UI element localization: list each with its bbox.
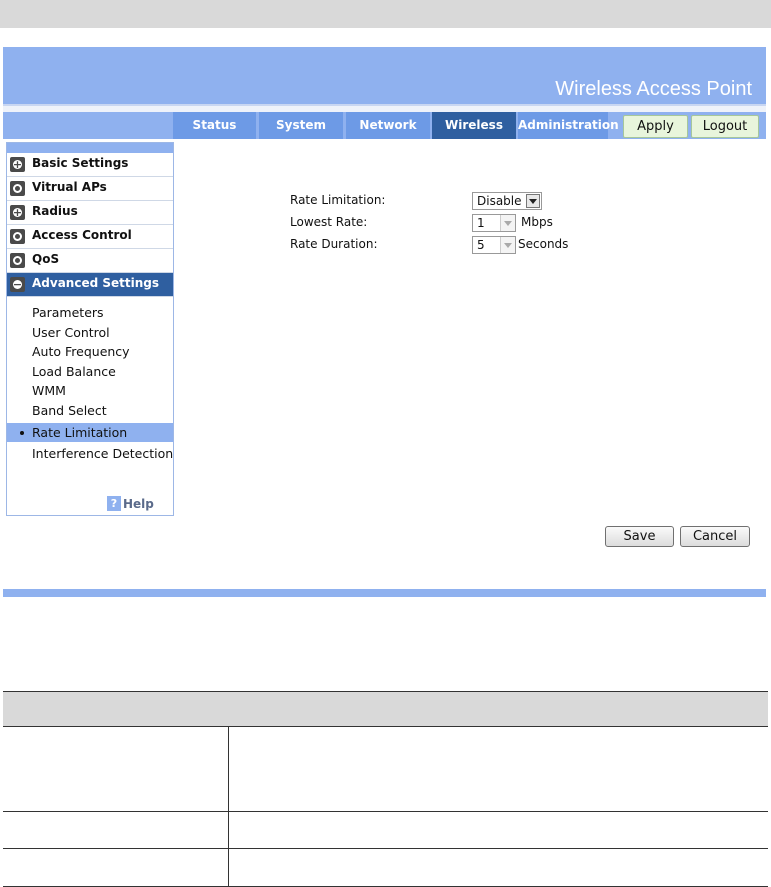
select-value: 1 (477, 216, 485, 230)
bullet-icon (20, 430, 24, 435)
banner-title: Wireless Access Point (555, 78, 752, 100)
header-banner: Wireless Access Point (3, 47, 766, 104)
sidebar-section-qos[interactable]: QoS (7, 249, 173, 273)
rate-limitation-label: Rate Limitation: (290, 193, 386, 207)
circle-icon (10, 181, 25, 196)
minus-icon: − (10, 277, 25, 292)
tab-administration[interactable]: Administration (518, 112, 619, 139)
sidebar-section-advanced-settings[interactable]: − Advanced Settings (7, 273, 173, 297)
apply-button[interactable]: Apply (623, 115, 688, 138)
logout-button[interactable]: Logout (691, 115, 759, 138)
section-label: Access Control (32, 228, 132, 242)
select-value: Disable (477, 194, 522, 208)
sidebar-section-virtual-aps[interactable]: Vitrual APs (7, 177, 173, 201)
help-link[interactable]: ? Help (107, 496, 154, 512)
sidebar-item-wmm[interactable]: WMM (7, 381, 173, 401)
rate-duration-label: Rate Duration: (290, 237, 378, 251)
help-label: Help (123, 497, 154, 511)
dropdown-arrow-icon (500, 215, 515, 231)
sidebar-item-interference-detection[interactable]: Interference Detection (7, 444, 173, 464)
lowest-rate-unit: Mbps (521, 215, 553, 229)
table-row (3, 812, 768, 849)
tab-system[interactable]: System (259, 112, 343, 139)
plus-icon: + (10, 157, 25, 172)
cancel-button[interactable]: Cancel (680, 526, 750, 547)
circle-icon (10, 229, 25, 244)
lowest-rate-label: Lowest Rate: (290, 215, 368, 229)
dropdown-arrow-icon (526, 194, 540, 208)
table-row (3, 849, 768, 885)
section-label: Advanced Settings (32, 276, 160, 290)
rate-duration-select[interactable]: 5 (472, 236, 516, 254)
sidebar-item-label: Rate Limitation (32, 424, 128, 440)
sidebar-section-access-control[interactable]: Access Control (7, 225, 173, 249)
section-label: QoS (32, 252, 60, 266)
sidebar-item-parameters[interactable]: Parameters (7, 303, 173, 323)
circle-icon (10, 253, 25, 268)
rate-limitation-select[interactable]: Disable (472, 192, 542, 210)
plus-icon: + (10, 205, 25, 220)
sidebar: + Basic Settings Vitrual APs + Radius Ac… (6, 142, 174, 516)
tab-bar: Status System Network Wireless Administr… (3, 112, 766, 139)
sidebar-item-band-select[interactable]: Band Select (7, 401, 173, 421)
tab-network[interactable]: Network (346, 112, 430, 139)
dropdown-arrow-icon (500, 237, 515, 253)
sidebar-section-basic-settings[interactable]: + Basic Settings (7, 153, 173, 177)
table-header-row (3, 692, 768, 727)
save-button[interactable]: Save (605, 526, 674, 547)
admin-frame: Wireless Access Point Status System Netw… (3, 47, 766, 597)
section-label: Basic Settings (32, 156, 129, 170)
section-label: Radius (32, 204, 78, 218)
footer-strip (3, 589, 766, 597)
sidebar-item-rate-limitation[interactable]: Rate Limitation (7, 422, 173, 443)
table-row (3, 727, 768, 812)
section-label: Vitrual APs (32, 180, 107, 194)
select-value: 5 (477, 238, 485, 252)
document-table (3, 691, 768, 887)
tab-wireless[interactable]: Wireless (432, 112, 516, 139)
sidebar-item-load-balance[interactable]: Load Balance (7, 362, 173, 382)
sidebar-top-bar (7, 143, 173, 153)
help-icon: ? (107, 496, 121, 511)
sidebar-section-radius[interactable]: + Radius (7, 201, 173, 225)
lowest-rate-select[interactable]: 1 (472, 214, 516, 232)
rate-duration-unit: Seconds (518, 237, 569, 251)
banner-separator (3, 104, 766, 106)
tab-status[interactable]: Status (173, 112, 256, 139)
content-area: + Basic Settings Vitrual APs + Radius Ac… (3, 139, 766, 589)
sidebar-item-user-control[interactable]: User Control (7, 323, 173, 343)
table-column-divider (228, 727, 229, 886)
top-gray-strip (0, 0, 771, 28)
sidebar-item-auto-frequency[interactable]: Auto Frequency (7, 342, 173, 362)
